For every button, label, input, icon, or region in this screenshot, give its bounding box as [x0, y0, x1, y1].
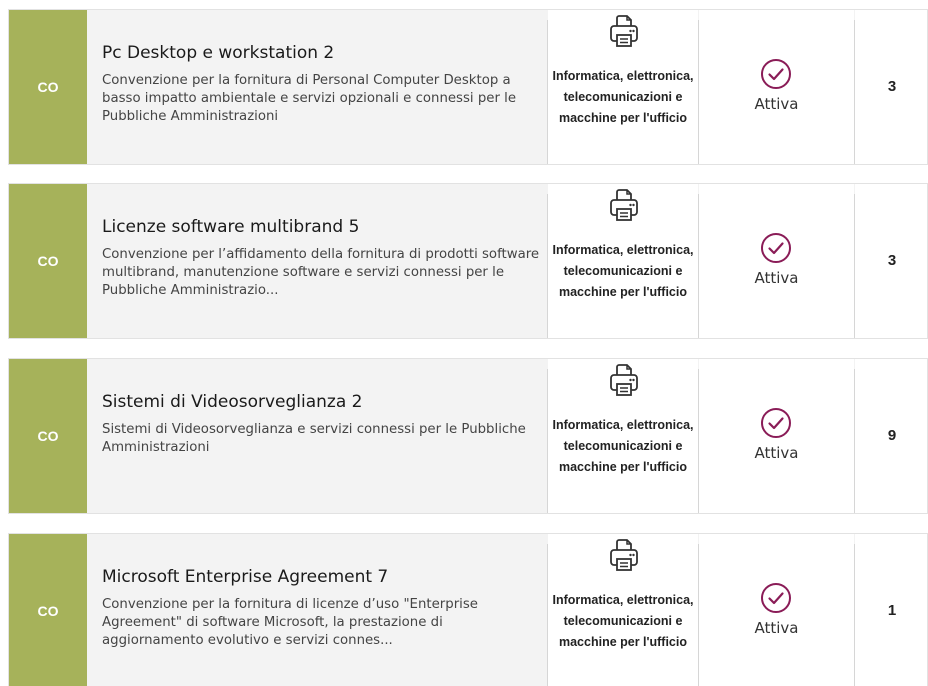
count-value: 1	[887, 602, 897, 619]
type-badge: CO	[9, 10, 87, 164]
agreement-description: Convenzione per la fornitura di Personal…	[102, 73, 517, 124]
status-label: Attiva	[754, 444, 799, 462]
agreement-description: Convenzione per la fornitura di licenze …	[102, 597, 478, 648]
printer-icon	[610, 539, 638, 571]
status-label: Attiva	[754, 269, 799, 287]
count-cell: 3	[855, 184, 927, 338]
agreement-info: Licenze software multibrand 5 Convenzion…	[87, 184, 547, 338]
agreement-title[interactable]: Pc Desktop e workstation 2	[102, 43, 334, 63]
category-cell: Informatica, elettronica, telecomunicazi…	[548, 184, 698, 338]
agreement-title[interactable]: Microsoft Enterprise Agreement 7	[102, 567, 388, 587]
category-cell: Informatica, elettronica, telecomunicazi…	[548, 534, 698, 686]
check-circle-icon	[761, 59, 791, 89]
agreement-description: Sistemi di Videosorveglianza e servizi c…	[102, 422, 526, 455]
count-value: 3	[887, 78, 897, 95]
check-circle-icon	[761, 583, 791, 613]
check-circle-icon	[761, 408, 791, 438]
printer-icon	[610, 364, 638, 396]
agreement-card[interactable]: CO Licenze software multibrand 5 Convenz…	[8, 183, 928, 339]
count-value: 3	[887, 252, 897, 269]
agreement-card[interactable]: CO Sistemi di Videosorveglianza 2 Sistem…	[8, 358, 928, 514]
category-label: Informatica, elettronica, telecomunicazi…	[552, 243, 694, 299]
agreement-title[interactable]: Licenze software multibrand 5	[102, 217, 359, 237]
agreement-info: Sistemi di Videosorveglianza 2 Sistemi d…	[87, 359, 547, 513]
category-cell: Informatica, elettronica, telecomunicazi…	[548, 10, 698, 164]
count-cell: 1	[855, 534, 927, 686]
agreements-list: CO Pc Desktop e workstation 2 Convenzion…	[0, 0, 928, 686]
status-cell: Attiva	[699, 359, 854, 513]
count-cell: 3	[855, 10, 927, 164]
type-badge: CO	[9, 534, 87, 686]
type-badge: CO	[9, 359, 87, 513]
status-label: Attiva	[754, 619, 799, 637]
status-cell: Attiva	[699, 534, 854, 686]
agreement-info: Pc Desktop e workstation 2 Convenzione p…	[87, 10, 547, 164]
agreement-info: Microsoft Enterprise Agreement 7 Convenz…	[87, 534, 547, 686]
printer-icon	[610, 15, 638, 47]
status-cell: Attiva	[699, 184, 854, 338]
count-value: 9	[887, 427, 897, 444]
category-cell: Informatica, elettronica, telecomunicazi…	[548, 359, 698, 513]
status-cell: Attiva	[699, 10, 854, 164]
agreement-card[interactable]: CO Microsoft Enterprise Agreement 7 Conv…	[8, 533, 928, 686]
type-badge: CO	[9, 184, 87, 338]
printer-icon	[610, 189, 638, 221]
status-label: Attiva	[754, 95, 799, 113]
check-circle-icon	[761, 233, 791, 263]
category-label: Informatica, elettronica, telecomunicazi…	[552, 593, 694, 649]
count-cell: 9	[855, 359, 927, 513]
agreement-description: Convenzione per l’affidamento della forn…	[102, 247, 540, 298]
category-label: Informatica, elettronica, telecomunicazi…	[552, 69, 694, 125]
agreement-card[interactable]: CO Pc Desktop e workstation 2 Convenzion…	[8, 9, 928, 165]
agreement-title[interactable]: Sistemi di Videosorveglianza 2	[102, 392, 363, 412]
category-label: Informatica, elettronica, telecomunicazi…	[552, 418, 694, 474]
